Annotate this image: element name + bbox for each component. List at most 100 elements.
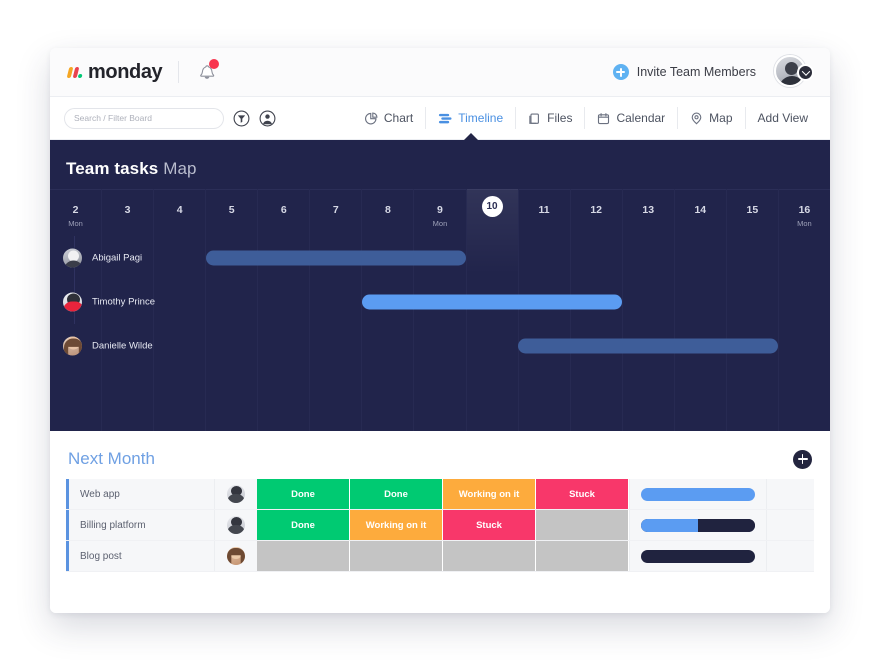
row-tail-cell[interactable] xyxy=(766,510,814,540)
funnel-icon[interactable] xyxy=(233,110,250,127)
app-window: monday Invite Team Members Search / Filt… xyxy=(50,48,830,613)
timeline-bar[interactable] xyxy=(362,294,622,310)
progress-bar xyxy=(641,549,755,563)
status-cell[interactable] xyxy=(536,510,629,540)
board-subtitle: Map xyxy=(163,159,197,178)
user-avatar-menu[interactable] xyxy=(774,55,814,89)
top-bar: monday Invite Team Members xyxy=(50,48,830,97)
board-title: Team tasks xyxy=(66,159,159,178)
monday-logo-mark xyxy=(66,66,85,78)
table-row[interactable]: Blog post xyxy=(66,541,814,572)
day-of-week: Mon xyxy=(797,219,812,228)
tab-chart[interactable]: Chart xyxy=(353,107,427,129)
topbar-right: Invite Team Members xyxy=(612,55,814,89)
row-name[interactable]: Web app xyxy=(69,479,214,509)
board-table: Web app Done Done Working on it Stuck Billing… xyxy=(66,479,814,572)
day-number: 5 xyxy=(228,204,235,216)
status-cell[interactable] xyxy=(350,541,443,571)
progress-bar xyxy=(641,487,755,501)
person-circle-icon[interactable] xyxy=(259,110,276,127)
day-number: 15 xyxy=(746,204,759,216)
day-number: 16 xyxy=(798,204,811,216)
timeline-panel: Team tasks Map 2 Mon 3 4 5 6 7 8 9 Mon 10 11 12 13 14 1… xyxy=(50,140,830,431)
timeline-bar[interactable] xyxy=(518,338,778,354)
avatar-danielle xyxy=(62,335,83,357)
day-number: 4 xyxy=(176,204,183,216)
search-input[interactable] xyxy=(74,113,214,123)
table-row[interactable]: Web app Done Done Working on it Stuck xyxy=(66,479,814,510)
progress-fill xyxy=(641,487,755,501)
row-name[interactable]: Billing platform xyxy=(69,510,214,540)
day-number: 14 xyxy=(694,204,707,216)
status-cell[interactable]: Working on it xyxy=(443,479,536,509)
timeline-person-name: Timothy Prince xyxy=(92,296,155,308)
tab-timeline[interactable]: Timeline xyxy=(426,107,517,142)
invite-team-members-button[interactable]: Invite Team Members xyxy=(612,64,756,80)
chevron-down-icon[interactable] xyxy=(797,64,814,81)
avatar-timothy xyxy=(62,291,83,313)
row-tail-cell[interactable] xyxy=(766,479,814,509)
progress-cell[interactable] xyxy=(629,541,766,571)
progress-cell[interactable] xyxy=(629,479,766,509)
status-cell[interactable] xyxy=(257,541,350,571)
bell-icon[interactable] xyxy=(195,59,220,83)
timeline-person[interactable]: Abigail Pagi xyxy=(62,247,143,269)
progress-remainder xyxy=(641,549,755,563)
monday-logo[interactable]: monday xyxy=(66,61,163,84)
view-toolbar: Chart Timeline Files Calendar xyxy=(50,97,830,142)
day-number: 12 xyxy=(590,204,602,216)
tab-files[interactable]: Files xyxy=(516,107,586,129)
progress-bar xyxy=(641,518,755,532)
timeline-person[interactable]: Timothy Prince xyxy=(62,291,155,313)
tab-calendar[interactable]: Calendar xyxy=(585,107,679,129)
day-number: 2 xyxy=(72,204,79,216)
tab-map-label: Map xyxy=(709,111,733,125)
add-item-button[interactable] xyxy=(793,449,812,469)
row-tail-cell[interactable] xyxy=(766,541,814,571)
progress-cell[interactable] xyxy=(629,510,766,540)
row-person-cell[interactable] xyxy=(214,479,257,509)
view-tabs: Chart Timeline Files Calendar Map Add Vi… xyxy=(353,97,820,142)
avatar-person-dark xyxy=(227,485,245,503)
timeline-grid: 2 Mon 3 4 5 6 7 8 9 Mon 10 11 12 13 14 15 16 Mon Abigail … xyxy=(50,189,830,431)
day-of-week: Mon xyxy=(68,219,83,228)
tab-add-view[interactable]: Add View xyxy=(746,107,820,129)
avatar-person-dark xyxy=(227,516,245,534)
tab-map[interactable]: Map xyxy=(678,107,746,129)
group-header: Next Month xyxy=(50,431,830,479)
row-person-cell[interactable] xyxy=(214,510,257,540)
day-number: 7 xyxy=(332,204,339,216)
timeline-person-name: Abigail Pagi xyxy=(92,252,143,264)
plus-circle-icon xyxy=(612,64,629,80)
board-table-section: Next Month Web app Done Done Working on it S… xyxy=(50,431,830,613)
topbar-divider xyxy=(178,61,180,83)
status-cell[interactable]: Done xyxy=(257,510,350,540)
avatar-woman xyxy=(227,547,245,565)
status-cell[interactable] xyxy=(536,541,629,571)
status-cell[interactable]: Stuck xyxy=(536,479,629,509)
invite-label: Invite Team Members xyxy=(636,65,756,79)
day-number: 13 xyxy=(642,204,655,216)
row-name[interactable]: Blog post xyxy=(69,541,214,571)
status-cell[interactable]: Working on it xyxy=(350,510,443,540)
day-number: 8 xyxy=(384,204,391,216)
tab-calendar-label: Calendar xyxy=(616,111,666,125)
tab-add-view-label: Add View xyxy=(757,111,808,125)
day-number: 3 xyxy=(124,204,131,216)
status-cell[interactable]: Done xyxy=(350,479,443,509)
search-filter-board[interactable] xyxy=(64,107,224,129)
row-person-cell[interactable] xyxy=(214,541,257,571)
status-cell[interactable]: Done xyxy=(257,479,350,509)
page-title: Team tasks Map xyxy=(50,140,830,179)
status-cell[interactable] xyxy=(443,541,536,571)
day-number: 10 xyxy=(481,196,503,217)
timeline-row: Danielle Wilde xyxy=(50,324,830,368)
progress-fill xyxy=(641,518,698,532)
timeline-bar[interactable] xyxy=(206,250,466,266)
group-title: Next Month xyxy=(68,449,155,468)
timeline-person[interactable]: Danielle Wilde xyxy=(62,335,153,357)
timeline-person-name: Danielle Wilde xyxy=(92,340,153,352)
status-cell[interactable]: Stuck xyxy=(443,510,536,540)
avatar-abigail xyxy=(62,247,83,269)
table-row[interactable]: Billing platform Done Working on it Stuck xyxy=(66,510,814,541)
